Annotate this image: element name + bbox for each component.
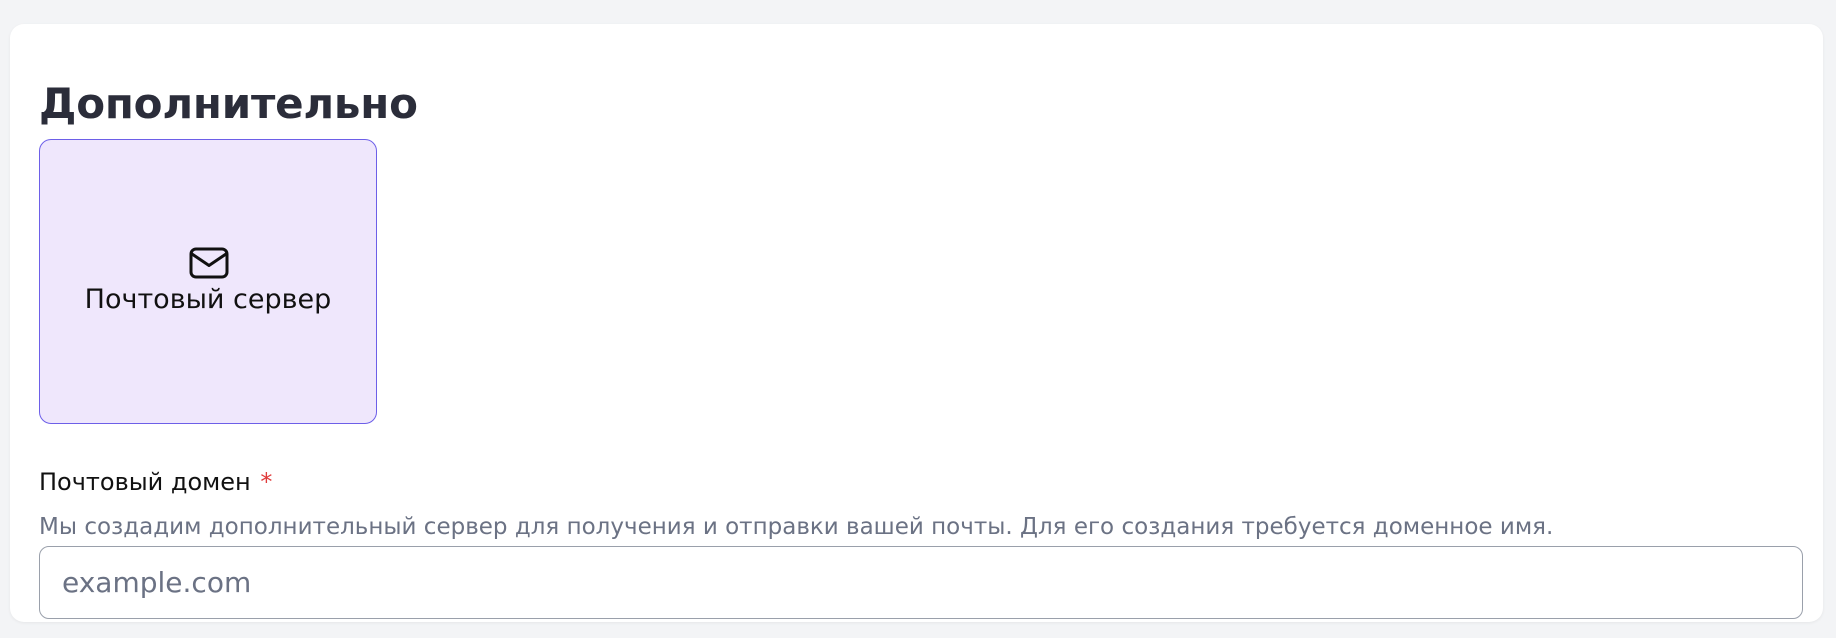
mail-server-option-card[interactable]: Почтовый сервер	[39, 139, 377, 424]
mail-server-option-label: Почтовый сервер	[84, 284, 332, 315]
additional-settings-panel: Дополнительно Почтовый сервер Почтовый д…	[10, 24, 1823, 622]
envelope-icon	[189, 247, 229, 279]
mail-domain-hint: Мы создадим дополнительный сервер для по…	[39, 514, 1554, 540]
section-title: Дополнительно	[39, 79, 418, 128]
required-marker: *	[260, 468, 273, 496]
mail-domain-input[interactable]	[39, 546, 1803, 619]
mail-domain-label: Почтовый домен *	[39, 465, 272, 499]
mail-domain-label-text: Почтовый домен	[39, 468, 251, 496]
